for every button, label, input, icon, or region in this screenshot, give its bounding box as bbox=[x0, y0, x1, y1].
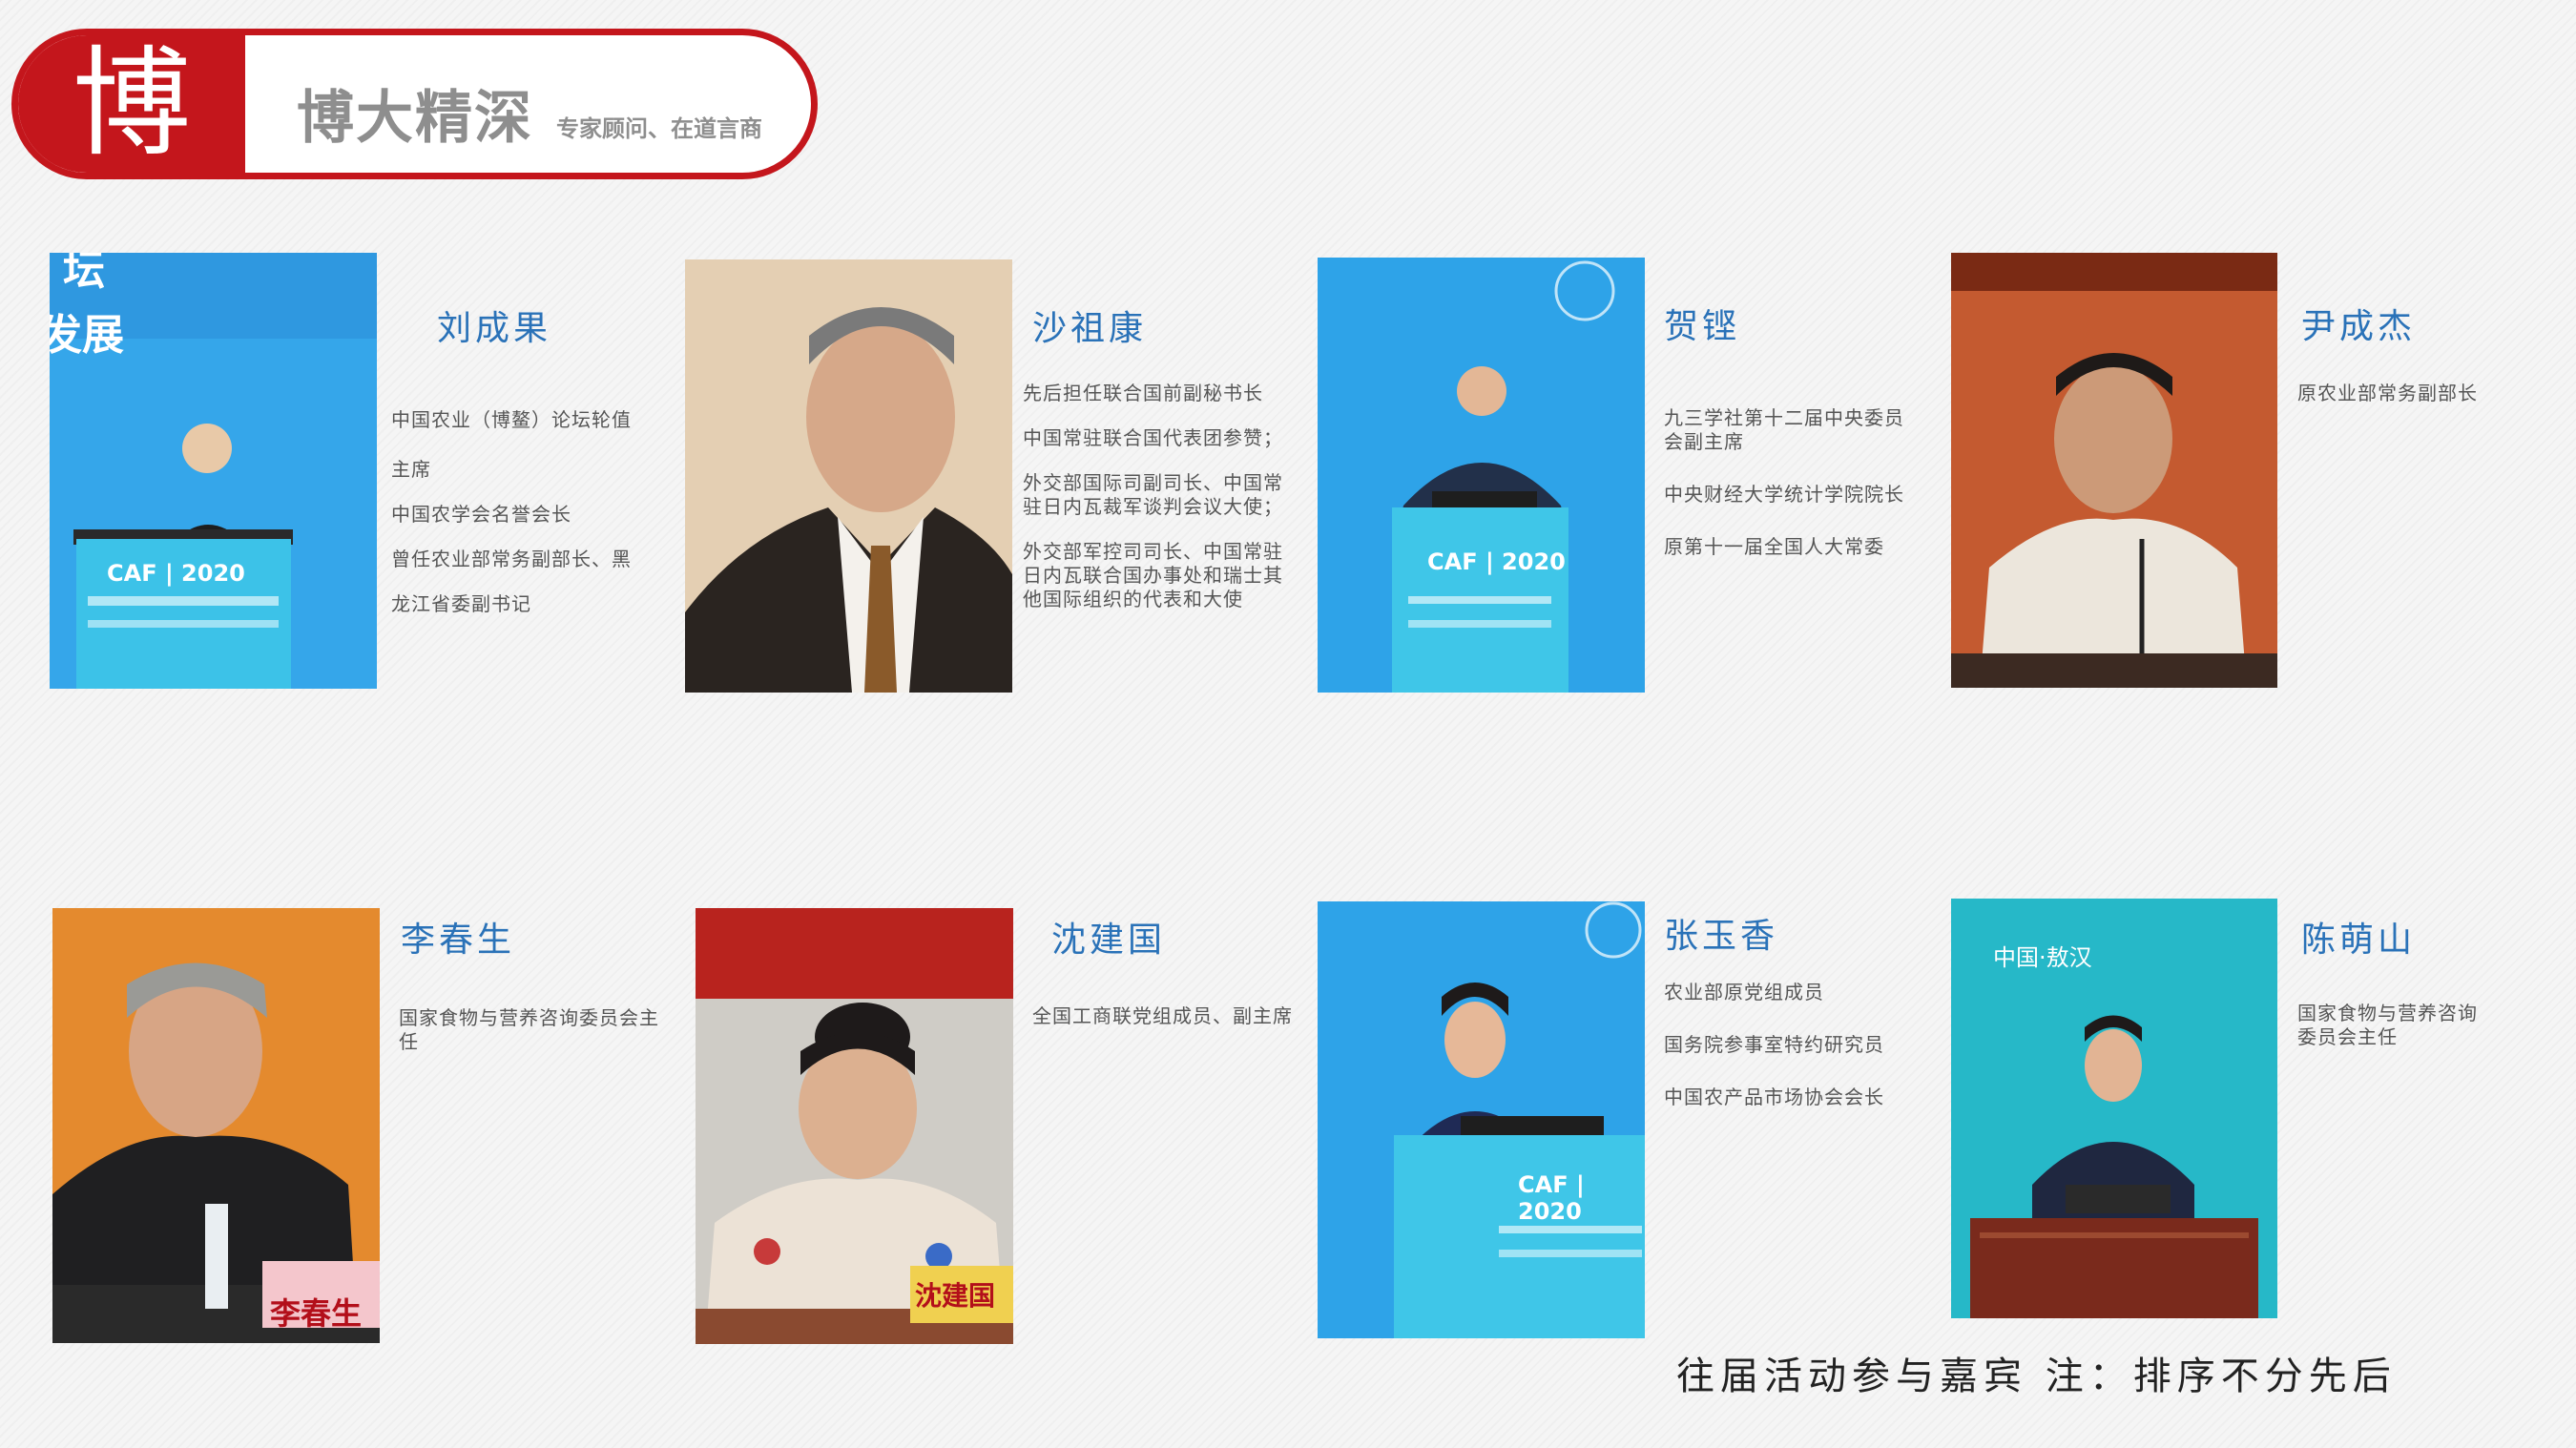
guest-photo-2 bbox=[685, 259, 1012, 693]
page-subtitle: 专家顾问、在道言商 bbox=[556, 116, 762, 142]
header-badge-char: 博 bbox=[72, 35, 191, 173]
guest-photo-1: 坛 发展 CAF | 2020 bbox=[50, 253, 377, 689]
guest-name-1: 刘成果 bbox=[437, 309, 552, 348]
guest-desc-line: 九三学社第十二届中央委员会副主席 bbox=[1664, 406, 1904, 453]
guest-photo-6: 沈建国 bbox=[696, 908, 1013, 1344]
guest-desc-line: 外交部军控司司长、中国常驻日内瓦联合国办事处和瑞士其他国际组织的代表和大使 bbox=[1023, 540, 1283, 610]
footnote: 往届活动参与嘉宾 注：排序不分先后 bbox=[1676, 1355, 2397, 1398]
guest-photo-1-podium-text: CAF | 2020 bbox=[107, 560, 245, 587]
guest-desc-line: 国家食物与营养咨询委员会主任 bbox=[399, 1006, 659, 1053]
guest-desc-line: 中国农产品市场协会会长 bbox=[1664, 1086, 1884, 1108]
page-title: 博大精深 bbox=[297, 86, 533, 150]
guest-photo-1-side-text: 坛 bbox=[63, 253, 105, 295]
guest-name-7: 张玉香 bbox=[1664, 917, 1779, 956]
guest-name-3: 贺铿 bbox=[1664, 307, 1741, 346]
guest-desc-5: 国家食物与营养咨询委员会主任 bbox=[399, 1006, 666, 1079]
guest-photo-6-nameplate: 沈建国 bbox=[915, 1280, 996, 1312]
guest-name-8: 陈萌山 bbox=[2301, 921, 2417, 960]
guest-photo-8: 中国·敖汉 bbox=[1951, 899, 2277, 1318]
guest-desc-line: 国家食物与营养咨询委员会主任 bbox=[2297, 1002, 2478, 1048]
guest-photo-1-side-text-2: 发展 bbox=[50, 311, 124, 360]
guest-desc-line: 主席 bbox=[391, 458, 431, 481]
guest-desc-line: 国务院参事室特约研究员 bbox=[1664, 1033, 1884, 1056]
guest-name-4: 尹成杰 bbox=[2301, 307, 2417, 346]
guest-desc-line: 原农业部常务副部长 bbox=[2297, 382, 2478, 404]
guest-photo-5-nameplate: 李春生 bbox=[270, 1295, 363, 1332]
guest-desc-3: 九三学社第十二届中央委员会副主席 中央财经大学统计学院院长 原第十一届全国人大常… bbox=[1664, 406, 1923, 584]
guest-desc-6: 全国工商联党组成员、副主席 bbox=[1032, 1004, 1304, 1053]
section-header: 博 博大精深 专家顾问、在道言商 bbox=[11, 29, 818, 179]
guest-desc-line: 中央财经大学统计学院院长 bbox=[1664, 483, 1904, 506]
guest-name-2: 沙祖康 bbox=[1032, 309, 1148, 348]
guest-desc-line: 全国工商联党组成员、副主席 bbox=[1032, 1004, 1293, 1027]
guest-desc-4: 原农业部常务副部长 bbox=[2297, 382, 2555, 430]
guest-desc-line: 龙江省委副书记 bbox=[391, 592, 531, 615]
guest-desc-7: 农业部原党组成员 国务院参事室特约研究员 中国农产品市场协会会长 bbox=[1664, 981, 1931, 1134]
guest-photo-3: CAF | 2020 bbox=[1318, 258, 1645, 693]
guest-photo-4 bbox=[1951, 253, 2277, 688]
guest-photo-8-sign: 中国·敖汉 bbox=[1993, 944, 2092, 971]
guest-photo-5: 李春生 bbox=[52, 908, 380, 1343]
guest-desc-line: 曾任农业部常务副部长、黑 bbox=[391, 548, 632, 570]
guest-desc-2: 先后担任联合国前副秘书长 中国常驻联合国代表团参赞； 外交部国际司副司长、中国常… bbox=[1023, 382, 1299, 636]
guest-desc-line: 原第十一届全国人大常委 bbox=[1664, 535, 1884, 558]
guest-desc-1: 中国农业（博鳌）论坛轮值 主席 中国农学会名誉会长 曾任农业部常务副部长、黑 龙… bbox=[391, 408, 677, 641]
guest-name-6: 沈建国 bbox=[1051, 921, 1167, 960]
guest-desc-line: 中国常驻联合国代表团参赞； bbox=[1023, 426, 1283, 449]
guest-desc-line: 农业部原党组成员 bbox=[1664, 981, 1824, 1003]
guest-desc-line: 中国农学会名誉会长 bbox=[391, 503, 571, 526]
guest-photo-3-podium-text: CAF | 2020 bbox=[1427, 548, 1566, 575]
guest-desc-8: 国家食物与营养咨询委员会主任 bbox=[2297, 1002, 2488, 1074]
guest-photo-7-podium-text: CAF | 2020 bbox=[1518, 1171, 1585, 1225]
guest-desc-line: 外交部国际司副司长、中国常驻日内瓦裁军谈判会议大使； bbox=[1023, 471, 1283, 518]
guest-desc-line: 中国农业（博鳌）论坛轮值 bbox=[391, 408, 632, 431]
guest-photo-7: CAF | 2020 bbox=[1318, 901, 1645, 1338]
header-badge: 博 bbox=[18, 35, 245, 173]
guest-desc-line: 先后担任联合国前副秘书长 bbox=[1023, 382, 1263, 404]
guest-name-5: 李春生 bbox=[401, 921, 516, 960]
